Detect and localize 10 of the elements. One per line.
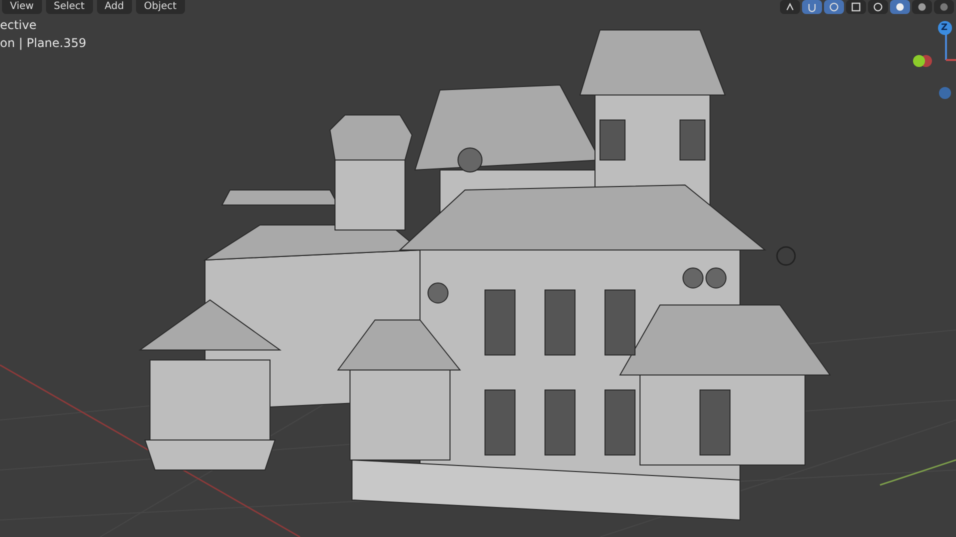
magnet-icon[interactable] bbox=[802, 0, 822, 14]
viewport-info-text: ective bbox=[0, 18, 37, 32]
navigation-gizmo[interactable] bbox=[913, 21, 956, 99]
menu-button[interactable]: Add bbox=[96, 0, 132, 14]
viewport-info-text: on | Plane.359 bbox=[0, 36, 86, 50]
gizmo-z-label: Z bbox=[941, 22, 948, 35]
menu-button[interactable]: Object bbox=[136, 0, 185, 14]
light-object-icon bbox=[776, 246, 796, 266]
menu-button[interactable]: Select bbox=[46, 0, 93, 14]
menu-button[interactable]: View bbox=[2, 0, 42, 14]
